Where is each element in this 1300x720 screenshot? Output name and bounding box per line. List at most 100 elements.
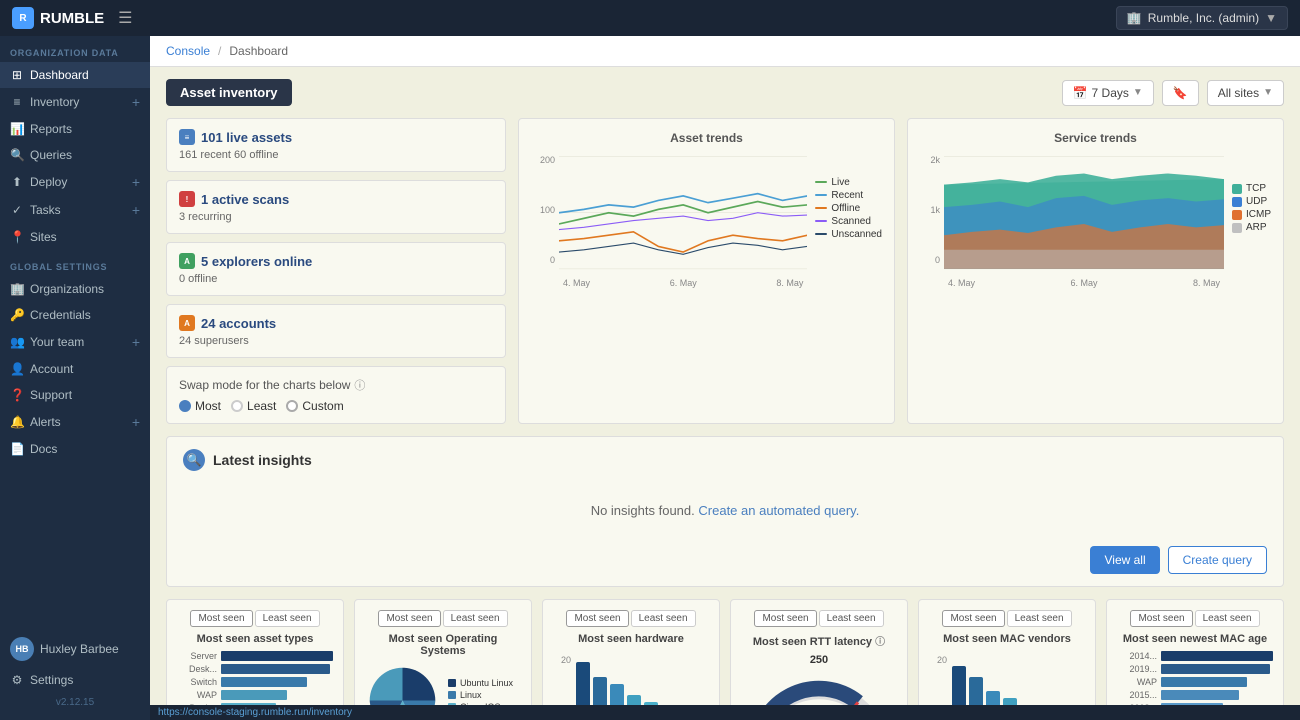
bar-mv1 bbox=[952, 666, 966, 705]
hardware-most-tab[interactable]: Most seen bbox=[566, 610, 628, 627]
mac-vendors-title: Most seen MAC vendors bbox=[929, 633, 1085, 645]
os-least-tab[interactable]: Least seen bbox=[443, 610, 508, 627]
os-chart: Most seen Least seen Most seen Operating… bbox=[354, 599, 532, 705]
sidebar-item-your-team[interactable]: 👥 Your team + bbox=[0, 328, 150, 356]
plus-icon-alerts[interactable]: + bbox=[132, 414, 140, 430]
bar-fill-wap bbox=[221, 690, 287, 700]
bar-age-2015: 2015... bbox=[1117, 690, 1273, 700]
x-axis-labels: 4. May 6. May 8. May bbox=[559, 278, 807, 288]
sidebar-item-sites[interactable]: 📍 Sites bbox=[0, 224, 150, 250]
sidebar-label-settings: Settings bbox=[30, 673, 73, 687]
hardware-least-tab[interactable]: Least seen bbox=[631, 610, 696, 627]
sidebar-item-dashboard[interactable]: ⊞ Dashboard bbox=[0, 62, 150, 88]
calendar-button[interactable]: 📅 7 Days ▼ bbox=[1062, 80, 1154, 106]
sidebar-item-docs[interactable]: 📄 Docs bbox=[0, 436, 150, 462]
plus-icon[interactable]: + bbox=[132, 94, 140, 110]
asset-inv-header: Asset inventory 📅 7 Days ▼ 🔖 All sites ▼ bbox=[166, 79, 1284, 106]
create-query-button[interactable]: Create query bbox=[1168, 546, 1267, 574]
mac-vendors-bars: 20 10 bbox=[929, 651, 1085, 705]
active-scans-card[interactable]: ! 1 active scans 3 recurring bbox=[166, 180, 506, 234]
plus-icon-tasks[interactable]: + bbox=[132, 202, 140, 218]
rtt-least-tab[interactable]: Least seen bbox=[819, 610, 884, 627]
hardware-chart: Most seen Least seen Most seen hardware … bbox=[542, 599, 720, 705]
sidebar-item-deploy[interactable]: ⬆ Deploy + bbox=[0, 168, 150, 196]
breadcrumb: Console / Dashboard bbox=[150, 36, 1300, 67]
radio-custom[interactable]: Custom bbox=[286, 399, 343, 413]
sidebar-label-docs: Docs bbox=[30, 442, 57, 456]
bar-fill-switch bbox=[221, 677, 307, 687]
swap-card: Swap mode for the charts below ⓘ Most Le… bbox=[166, 366, 506, 424]
accounts-card[interactable]: A 24 accounts 24 superusers bbox=[166, 304, 506, 358]
legend-live: Live bbox=[831, 177, 849, 188]
plus-icon-team[interactable]: + bbox=[132, 334, 140, 350]
sidebar-item-credentials[interactable]: 🔑 Credentials bbox=[0, 302, 150, 328]
app-body: ORGANIZATION DATA ⊞ Dashboard ≡ Inventor… bbox=[0, 36, 1300, 720]
mac-age-least-tab[interactable]: Least seen bbox=[1195, 610, 1260, 627]
plus-icon-deploy[interactable]: + bbox=[132, 174, 140, 190]
sidebar-item-organizations[interactable]: 🏢 Organizations bbox=[0, 276, 150, 302]
sidebar-item-queries[interactable]: 🔍 Queries bbox=[0, 142, 150, 168]
sidebar-item-inventory[interactable]: ≡ Inventory + bbox=[0, 88, 150, 116]
queries-icon: 🔍 bbox=[10, 148, 24, 162]
asset-inventory-badge: Asset inventory bbox=[166, 79, 292, 106]
sidebar-item-reports[interactable]: 📊 Reports bbox=[0, 116, 150, 142]
sites-button[interactable]: All sites ▼ bbox=[1207, 80, 1284, 106]
sidebar-label-inventory: Inventory bbox=[30, 95, 79, 109]
sidebar-item-support[interactable]: ❓ Support bbox=[0, 382, 150, 408]
sidebar-item-tasks[interactable]: ✓ Tasks + bbox=[0, 196, 150, 224]
sidebar-label-deploy: Deploy bbox=[30, 175, 67, 189]
sidebar-item-account[interactable]: 👤 Account bbox=[0, 356, 150, 382]
rtt-gauge-svg: 0 bbox=[741, 668, 897, 705]
user-profile[interactable]: HB Huxley Barbee bbox=[0, 631, 150, 667]
radio-circle-most bbox=[179, 400, 191, 412]
asset-types-bars: Server Desk... Switch WAP bbox=[177, 651, 333, 705]
active-scans-title: ! 1 active scans bbox=[179, 191, 493, 207]
os-pie-container: Ubuntu Linux Linux Cisco IOS Google bbox=[365, 663, 521, 705]
insights-panel: 🔍 Latest insights No insights found. Cre… bbox=[166, 436, 1284, 587]
legend-linux: Linux bbox=[460, 690, 482, 700]
explorers-label: 5 explorers online bbox=[201, 254, 312, 269]
header-controls: 📅 7 Days ▼ 🔖 All sites ▼ bbox=[1062, 80, 1284, 106]
swap-radios: Most Least Custom bbox=[179, 399, 493, 413]
org-selector[interactable]: 🏢 Rumble, Inc. (admin) ▼ bbox=[1116, 6, 1288, 30]
chevron-down-icon-sites: ▼ bbox=[1263, 87, 1273, 98]
hardware-y-axis: 20 10 bbox=[553, 655, 573, 705]
hamburger-menu[interactable]: ☰ bbox=[118, 8, 132, 28]
mac-age-most-tab[interactable]: Most seen bbox=[1130, 610, 1192, 627]
bar-mv3 bbox=[986, 691, 1000, 705]
hardware-tabs: Most seen Least seen bbox=[553, 610, 709, 627]
live-assets-card[interactable]: ≡ 101 live assets 161 recent 60 offline bbox=[166, 118, 506, 172]
explorers-card[interactable]: A 5 explorers online 0 offline bbox=[166, 242, 506, 296]
accounts-label: 24 accounts bbox=[201, 316, 276, 331]
view-all-button[interactable]: View all bbox=[1090, 546, 1159, 574]
asset-trends-title: Asset trends bbox=[531, 131, 882, 145]
asset-types-most-tab[interactable]: Most seen bbox=[190, 610, 252, 627]
os-most-tab[interactable]: Most seen bbox=[378, 610, 440, 627]
dashboard-icon: ⊞ bbox=[10, 68, 24, 82]
sidebar-item-settings[interactable]: ⚙ Settings bbox=[0, 667, 150, 693]
main-area: Console / Dashboard Asset inventory 📅 7 … bbox=[150, 36, 1300, 720]
bookmark-icon: 🔖 bbox=[1173, 86, 1188, 100]
avatar: HB bbox=[10, 637, 34, 661]
radio-most[interactable]: Most bbox=[179, 399, 221, 413]
radio-least[interactable]: Least bbox=[231, 399, 276, 413]
mac-vendors-most-tab[interactable]: Most seen bbox=[942, 610, 1004, 627]
calendar-icon: 📅 bbox=[1073, 86, 1088, 100]
rtt-most-tab[interactable]: Most seen bbox=[754, 610, 816, 627]
asset-types-least-tab[interactable]: Least seen bbox=[255, 610, 320, 627]
global-settings-label: GLOBAL SETTINGS bbox=[0, 250, 150, 276]
sidebar-label-dashboard: Dashboard bbox=[30, 68, 89, 82]
active-scans-sub: 3 recurring bbox=[179, 211, 493, 223]
rtt-max-label: 250 bbox=[741, 654, 897, 666]
legend-arp: ARP bbox=[1246, 222, 1267, 233]
days-label: 7 Days bbox=[1092, 86, 1129, 100]
sidebar-label-queries: Queries bbox=[30, 148, 72, 162]
create-query-link[interactable]: Create an automated query. bbox=[698, 503, 859, 518]
mac-vendors-least-tab[interactable]: Least seen bbox=[1007, 610, 1072, 627]
breadcrumb-console[interactable]: Console bbox=[166, 44, 210, 58]
bookmark-button[interactable]: 🔖 bbox=[1162, 80, 1199, 106]
sidebar-item-alerts[interactable]: 🔔 Alerts + bbox=[0, 408, 150, 436]
service-trends-chart: Service trends 2k 1k 0 bbox=[907, 118, 1284, 424]
accounts-sub: 24 superusers bbox=[179, 335, 493, 347]
breadcrumb-sep: / bbox=[218, 44, 221, 58]
